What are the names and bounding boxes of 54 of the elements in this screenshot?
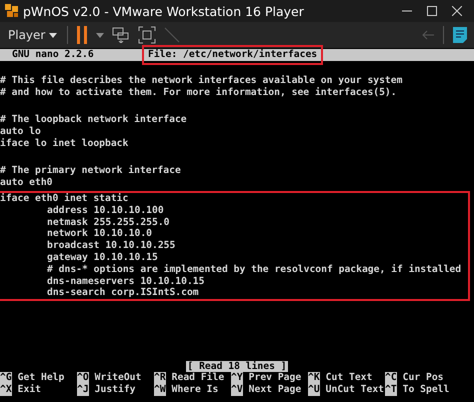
- file-line: network 10.10.10.0: [46, 228, 153, 240]
- pause-icon[interactable]: [76, 26, 88, 44]
- back-icon: [421, 30, 435, 40]
- file-line: address 10.10.10.100: [46, 204, 165, 217]
- maximize-icon: [427, 6, 437, 16]
- shortcut-key: ^W: [154, 384, 166, 396]
- file-line: # dns-* options are implemented by the resolvconf package, if installed: [46, 264, 462, 276]
- shortcut-label: Where Is: [172, 384, 218, 396]
- file-line: gateway 10.10.10.15: [46, 252, 159, 264]
- caret-icon: [49, 32, 58, 38]
- shortcut-label: Cut Text: [326, 372, 372, 384]
- caret-icon[interactable]: [96, 32, 104, 38]
- shortcut-label: Get Help: [18, 372, 64, 384]
- shortcut-label: Next Page: [248, 384, 302, 396]
- app-logo-icon: [4, 3, 20, 19]
- shortcut-label: Read File: [172, 372, 224, 384]
- shortcut-label: Justify: [94, 384, 136, 396]
- shortcut-label: To Spell: [402, 384, 450, 396]
- nano-version: GNU nano 2.2.6: [12, 49, 95, 61]
- shortcut-key: ^K: [308, 372, 320, 384]
- status-message: [ Read 18 lines ]: [186, 360, 288, 372]
- shortcut-key: ^O: [77, 372, 89, 384]
- shortcut-key: ^X: [0, 384, 12, 396]
- shortcut-key: ^T: [385, 384, 397, 396]
- shortcut-label: Exit: [18, 384, 42, 396]
- shortcut-label: WriteOut: [94, 372, 142, 384]
- file-line: auto eth0: [0, 177, 54, 189]
- shortcut-key: ^C: [385, 372, 397, 384]
- shortcut-key: ^U: [308, 384, 320, 396]
- player-menu[interactable]: Player: [6, 26, 60, 44]
- file-line: # This file describes the network interfaces available on your system: [0, 74, 404, 87]
- fullscreen-icon[interactable]: [138, 26, 156, 44]
- shortcut-key: ^G: [0, 372, 12, 384]
- file-line: # and how to activate them. For more information, see interfaces(5).: [0, 86, 398, 98]
- file-line: iface eth0 inet static: [0, 192, 130, 205]
- file-line: auto lo: [0, 126, 42, 138]
- file-line: broadcast 10.10.10.255: [46, 240, 176, 252]
- file-name: File: /etc/network/interfaces: [142, 45, 324, 65]
- shortcut-label: Prev Page: [248, 372, 302, 384]
- shortcut-label: UnCut Text: [326, 384, 384, 396]
- window-title: pWnOS v2.0 - VMware Workstation 16 Player: [23, 4, 305, 18]
- notes-icon[interactable]: [452, 26, 468, 44]
- file-line: # The loopback network interface: [0, 114, 188, 126]
- shortcut-key: ^Y: [231, 372, 243, 384]
- shortcut-key: ^J: [77, 384, 89, 396]
- shortcut-label: Cur Pos: [402, 372, 444, 384]
- file-line: # The primary network interface: [0, 165, 182, 178]
- file-line: iface lo inet loopback: [0, 138, 130, 150]
- file-line: dns-search corp.ISIntS.com: [46, 287, 200, 300]
- shortcut-key: ^V: [231, 384, 243, 396]
- file-line: dns-nameservers 10.10.10.15: [46, 276, 206, 288]
- shortcut-key: ^R: [154, 372, 166, 384]
- close-icon: [452, 6, 462, 16]
- file-line: netmask 255.255.255.0: [46, 216, 170, 228]
